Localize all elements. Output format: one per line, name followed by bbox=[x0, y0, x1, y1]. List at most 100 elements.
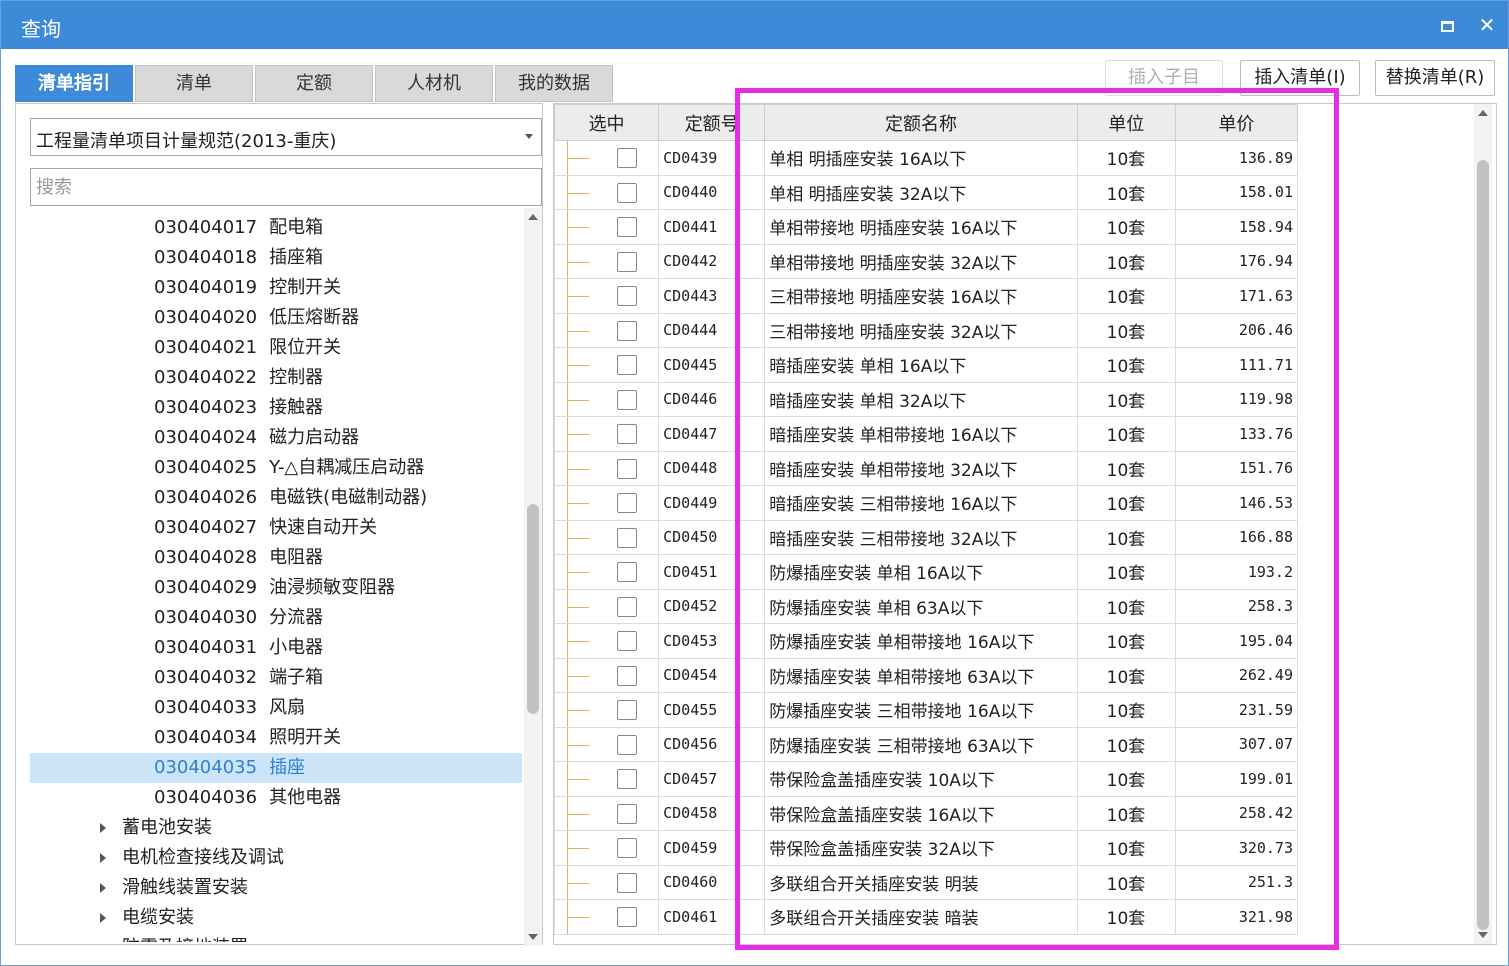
row-checkbox[interactable] bbox=[617, 562, 637, 582]
row-checkbox[interactable] bbox=[617, 389, 637, 410]
tree-item[interactable]: 030404024 磁力启动器 bbox=[30, 423, 522, 453]
table-row[interactable]: CD0461 多联组合开关插座安装 暗装 10套 321.98 bbox=[553, 899, 1299, 935]
row-checkbox[interactable] bbox=[617, 182, 637, 203]
row-checkbox[interactable] bbox=[617, 493, 637, 513]
table-row[interactable]: CD0456 防爆插座安装 三相带接地 63A以下 10套 307.07 bbox=[553, 726, 1299, 762]
header-select[interactable]: 选中 bbox=[553, 104, 660, 141]
table-row[interactable]: CD0441 单相带接地 明插座安装 16A以下 10套 158.94 bbox=[553, 209, 1299, 245]
tree-item[interactable]: 030404030 分流器 bbox=[30, 603, 522, 633]
table-row[interactable]: CD0447 暗插座安装 单相带接地 16A以下 10套 133.76 bbox=[553, 416, 1299, 452]
header-price[interactable]: 单价 bbox=[1174, 104, 1299, 141]
table-row[interactable]: CD0446 暗插座安装 单相 32A以下 10套 119.98 bbox=[553, 381, 1299, 417]
tree-item[interactable]: 030404034 照明开关 bbox=[30, 723, 522, 753]
table-row[interactable]: CD0454 防爆插座安装 单相带接地 63A以下 10套 262.49 bbox=[553, 657, 1299, 693]
row-checkbox[interactable] bbox=[617, 355, 637, 375]
table-row[interactable]: CD0452 防爆插座安装 单相 63A以下 10套 258.3 bbox=[553, 588, 1299, 624]
expand-arrow-icon[interactable] bbox=[100, 853, 106, 863]
tree-item[interactable]: 030404036 其他电器 bbox=[30, 783, 522, 813]
tree-item[interactable]: 030404026 电磁铁(电磁制动器) bbox=[30, 483, 522, 513]
search-input[interactable] bbox=[30, 168, 542, 206]
header-code[interactable]: 定额号 bbox=[658, 104, 766, 141]
tree-scrollbar[interactable] bbox=[524, 208, 542, 946]
table-row[interactable]: CD0440 单相 明插座安装 32A以下 10套 158.01 bbox=[553, 174, 1299, 210]
row-checkbox[interactable] bbox=[617, 700, 637, 720]
tree-item[interactable]: 030404017 配电箱 bbox=[30, 213, 522, 243]
tree-item[interactable]: 030404020 低压熔断器 bbox=[30, 303, 522, 333]
maximize-button[interactable] bbox=[1433, 11, 1461, 39]
tree-group[interactable]: 电机检查接线及调试 bbox=[30, 843, 522, 873]
tree-item[interactable]: 030404021 限位开关 bbox=[30, 333, 522, 363]
table-row[interactable]: CD0443 三相带接地 明插座安装 16A以下 10套 171.63 bbox=[553, 278, 1299, 314]
row-checkbox[interactable] bbox=[617, 596, 637, 617]
row-checkbox[interactable] bbox=[617, 872, 637, 893]
expand-arrow-icon[interactable] bbox=[100, 883, 106, 893]
tree-item[interactable]: 030404025 Y-△自耦减压启动器 bbox=[30, 453, 522, 483]
tree-scroll-thumb[interactable] bbox=[527, 504, 539, 714]
tree-item[interactable]: 030404032 端子箱 bbox=[30, 663, 522, 693]
row-checkbox[interactable] bbox=[617, 148, 637, 168]
table-row[interactable]: CD0451 防爆插座安装 单相 16A以下 10套 193.2 bbox=[553, 554, 1299, 590]
table-row[interactable]: CD0442 单相带接地 明插座安装 32A以下 10套 176.94 bbox=[553, 243, 1299, 279]
tab-my-data[interactable]: 我的数据 bbox=[495, 65, 613, 102]
row-checkbox[interactable] bbox=[617, 907, 637, 927]
tree-item[interactable]: 030404031 小电器 bbox=[30, 633, 522, 663]
row-checkbox[interactable] bbox=[617, 286, 637, 306]
row-checkbox[interactable] bbox=[617, 665, 637, 686]
tab-quota[interactable]: 定额 bbox=[255, 65, 373, 102]
tab-list-guide[interactable]: 清单指引 bbox=[15, 65, 133, 102]
replace-list-button[interactable]: 替换清单(R) bbox=[1375, 60, 1495, 96]
row-checkbox[interactable] bbox=[617, 527, 637, 548]
tab-materials[interactable]: 人材机 bbox=[375, 65, 493, 102]
expand-arrow-icon[interactable] bbox=[100, 823, 106, 833]
table-row[interactable]: CD0449 暗插座安装 三相带接地 16A以下 10套 146.53 bbox=[553, 485, 1299, 521]
tree-item[interactable]: 030404029 油浸频敏变阻器 bbox=[30, 573, 522, 603]
table-row[interactable]: CD0453 防爆插座安装 单相带接地 16A以下 10套 195.04 bbox=[553, 623, 1299, 659]
table-row[interactable]: CD0459 带保险盒盖插座安装 32A以下 10套 320.73 bbox=[553, 830, 1299, 866]
tree-item[interactable]: 030404018 插座箱 bbox=[30, 243, 522, 273]
tree-group[interactable]: 防雷及接地装置 bbox=[30, 933, 522, 942]
row-checkbox[interactable] bbox=[617, 769, 637, 789]
tree-group[interactable]: 蓄电池安装 bbox=[30, 813, 522, 843]
row-checkbox[interactable] bbox=[617, 838, 637, 858]
table-row[interactable]: CD0444 三相带接地 明插座安装 32A以下 10套 206.46 bbox=[553, 312, 1299, 348]
row-checkbox[interactable] bbox=[617, 217, 637, 237]
tab-list[interactable]: 清单 bbox=[135, 65, 253, 102]
row-checkbox[interactable] bbox=[617, 424, 637, 444]
scroll-down-icon[interactable] bbox=[528, 934, 538, 940]
table-row[interactable]: CD0445 暗插座安装 单相 16A以下 10套 111.71 bbox=[553, 347, 1299, 383]
row-checkbox[interactable] bbox=[617, 734, 637, 755]
tree-item[interactable]: 030404023 接触器 bbox=[30, 393, 522, 423]
tree-item[interactable]: 030404028 电阻器 bbox=[30, 543, 522, 573]
tree-item[interactable]: 030404027 快速自动开关 bbox=[30, 513, 522, 543]
tree-item[interactable]: 030404033 风扇 bbox=[30, 693, 522, 723]
tree-group[interactable]: 电缆安装 bbox=[30, 903, 522, 933]
tree-group[interactable]: 滑触线装置安装 bbox=[30, 873, 522, 903]
table-row[interactable]: CD0458 带保险盒盖插座安装 16A以下 10套 258.42 bbox=[553, 795, 1299, 831]
grid-scroll-thumb[interactable] bbox=[1477, 160, 1489, 930]
row-checkbox[interactable] bbox=[617, 320, 637, 341]
scroll-down-icon[interactable] bbox=[1478, 932, 1488, 938]
insert-child-button[interactable]: 插入子目 bbox=[1105, 60, 1223, 96]
table-row[interactable]: CD0457 带保险盒盖插座安装 10A以下 10套 199.01 bbox=[553, 761, 1299, 797]
scroll-up-icon[interactable] bbox=[1478, 110, 1488, 116]
close-button[interactable]: ✕ bbox=[1473, 11, 1501, 39]
tree-item[interactable]: 030404022 控制器 bbox=[30, 363, 522, 393]
header-unit[interactable]: 单位 bbox=[1076, 104, 1176, 141]
spec-select[interactable]: 工程量清单项目计量规范(2013-重庆) bbox=[30, 118, 542, 156]
header-name[interactable]: 定额名称 bbox=[764, 104, 1078, 141]
row-checkbox[interactable] bbox=[617, 631, 637, 651]
table-row[interactable]: CD0455 防爆插座安装 三相带接地 16A以下 10套 231.59 bbox=[553, 692, 1299, 728]
row-checkbox[interactable] bbox=[617, 251, 637, 272]
grid-scrollbar[interactable] bbox=[1474, 104, 1492, 944]
tree-item[interactable]: 030404035 插座 bbox=[30, 753, 522, 783]
insert-list-button[interactable]: 插入清单(I) bbox=[1240, 60, 1360, 96]
table-row[interactable]: CD0439 单相 明插座安装 16A以下 10套 136.89 bbox=[553, 140, 1299, 176]
row-checkbox[interactable] bbox=[617, 803, 637, 824]
row-checkbox[interactable] bbox=[617, 458, 637, 479]
table-row[interactable]: CD0448 暗插座安装 单相带接地 32A以下 10套 151.76 bbox=[553, 450, 1299, 486]
table-row[interactable]: CD0460 多联组合开关插座安装 明装 10套 251.3 bbox=[553, 864, 1299, 900]
scroll-up-icon[interactable] bbox=[528, 214, 538, 220]
tree-item[interactable]: 030404019 控制开关 bbox=[30, 273, 522, 303]
table-row[interactable]: CD0450 暗插座安装 三相带接地 32A以下 10套 166.88 bbox=[553, 519, 1299, 555]
expand-arrow-icon[interactable] bbox=[100, 913, 106, 923]
